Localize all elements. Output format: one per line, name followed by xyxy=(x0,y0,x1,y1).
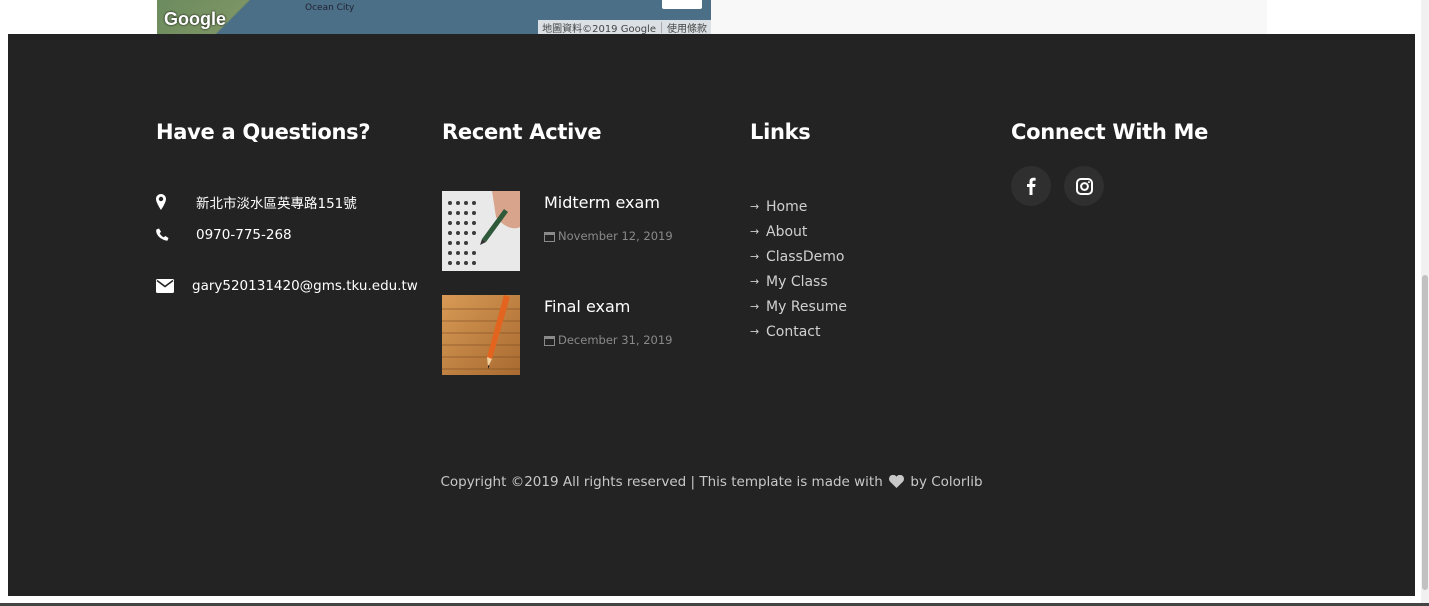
footer-link-home[interactable]: → Home xyxy=(750,194,847,219)
footer-link-label[interactable]: Home xyxy=(766,199,807,215)
recent-post-2[interactable]: Final exam December 31, 2019 xyxy=(442,295,732,375)
address-row: 新北市淡水區英專路151號 xyxy=(156,192,357,212)
map-attribution: 地圖資料©2019 Google 使用條款 xyxy=(538,20,711,34)
post-date-text: December 31, 2019 xyxy=(558,333,673,347)
arrow-right-icon: → xyxy=(750,325,760,338)
heart-icon xyxy=(889,475,905,488)
email-text[interactable]: gary520131420@gms.tku.edu.tw xyxy=(192,278,418,294)
copyright-before: Copyright ©2019 All rights reserved | Th… xyxy=(440,474,883,490)
site-footer: Have a Questions? 新北市淡水區英專路151號 0970-775… xyxy=(8,34,1415,596)
footer-link-my-class[interactable]: → My Class xyxy=(750,269,847,294)
post-title[interactable]: Midterm exam xyxy=(544,193,660,212)
footer-link-label[interactable]: My Resume xyxy=(766,299,847,315)
copyright-text: Copyright ©2019 All rights reserved | Th… xyxy=(8,474,1415,490)
recent-post-1[interactable]: Midterm exam November 12, 2019 xyxy=(442,191,732,271)
map-control-button[interactable] xyxy=(662,0,702,9)
recent-title: Recent Active xyxy=(442,120,602,144)
envelope-icon xyxy=(156,279,192,293)
pencil-on-paper-image[interactable] xyxy=(442,295,520,375)
google-map[interactable]: Ocean City Google 地圖資料©2019 Google 使用條款 xyxy=(157,0,711,34)
map-city-label: Ocean City xyxy=(305,3,355,13)
phone-text[interactable]: 0970-775-268 xyxy=(196,227,292,243)
footer-links-list: → Home → About → ClassDemo → My Class → My Re… xyxy=(750,194,847,344)
footer-link-label[interactable]: Contact xyxy=(766,324,820,340)
connect-title: Connect With Me xyxy=(1011,120,1209,144)
arrow-right-icon: → xyxy=(750,300,760,313)
contact-title: Have a Questions? xyxy=(156,120,371,144)
scrollbar-thumb[interactable] xyxy=(1422,275,1428,590)
instagram-icon xyxy=(1075,177,1093,195)
exam-answer-sheet-image[interactable] xyxy=(442,191,520,271)
phone-icon xyxy=(156,228,196,242)
address-text: 新北市淡水區英專路151號 xyxy=(196,196,357,212)
copyright-after[interactable]: by Colorlib xyxy=(910,474,982,490)
arrow-right-icon: → xyxy=(750,275,760,288)
calendar-icon xyxy=(544,231,555,242)
arrow-right-icon: → xyxy=(750,200,760,213)
page-scrollbar[interactable] xyxy=(1421,0,1429,606)
post-date-text: November 12, 2019 xyxy=(558,229,673,243)
map-terms-link[interactable]: 使用條款 xyxy=(667,20,707,35)
footer-link-classdemo[interactable]: → ClassDemo xyxy=(750,244,847,269)
arrow-right-icon: → xyxy=(750,225,760,238)
links-title: Links xyxy=(750,120,811,144)
post-date: December 31, 2019 xyxy=(544,333,673,347)
footer-link-my-resume[interactable]: → My Resume xyxy=(750,294,847,319)
footer-link-label[interactable]: ClassDemo xyxy=(766,249,844,265)
footer-link-contact[interactable]: → Contact xyxy=(750,319,847,344)
calendar-icon xyxy=(544,335,555,346)
page: Ocean City Google 地圖資料©2019 Google 使用條款 … xyxy=(0,0,1429,606)
map-marker-icon xyxy=(156,194,196,210)
footer-link-label[interactable]: My Class xyxy=(766,274,828,290)
footer-link-about[interactable]: → About xyxy=(750,219,847,244)
facebook-button[interactable] xyxy=(1011,166,1051,206)
post-date: November 12, 2019 xyxy=(544,229,673,243)
post-title[interactable]: Final exam xyxy=(544,297,630,316)
map-data-text: 地圖資料©2019 Google xyxy=(542,23,656,35)
phone-row[interactable]: 0970-775-268 xyxy=(156,227,292,243)
google-logo[interactable]: Google xyxy=(164,9,226,30)
instagram-button[interactable] xyxy=(1064,166,1104,206)
map-attribution-divider xyxy=(661,21,662,33)
content-panel xyxy=(711,0,1267,34)
arrow-right-icon: → xyxy=(750,250,760,263)
facebook-icon xyxy=(1027,177,1036,195)
email-row[interactable]: gary520131420@gms.tku.edu.tw xyxy=(156,278,418,294)
footer-link-label[interactable]: About xyxy=(766,224,807,240)
